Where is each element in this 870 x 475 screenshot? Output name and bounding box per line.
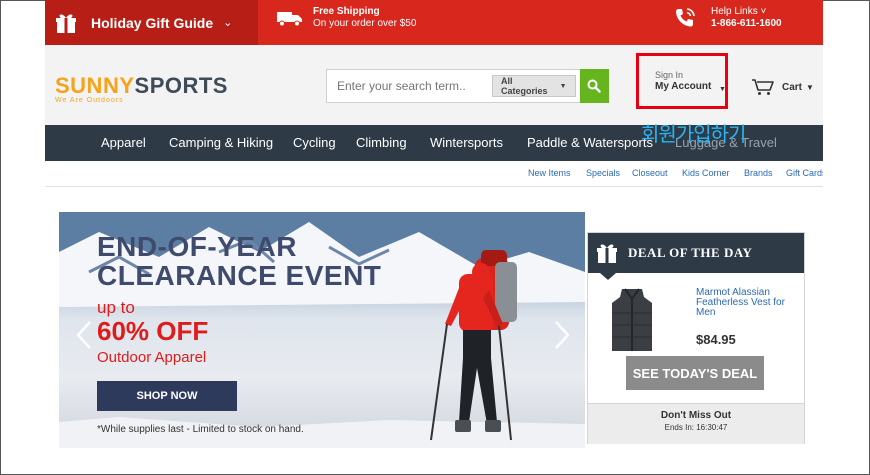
holiday-gift-guide-menu[interactable]: Holiday Gift Guide ⌄	[45, 0, 258, 45]
category-select-value: All Categories	[501, 76, 548, 96]
hero-subtitle: Outdoor Apparel	[97, 349, 207, 366]
carousel-next-arrow-icon[interactable]	[553, 320, 571, 350]
vest-product-image[interactable]	[610, 287, 654, 353]
page: Holiday Gift Guide ⌄ Free Shipping On yo…	[45, 0, 823, 475]
site-header: SUNNYSPORTS We Are Outdoors All Categori…	[45, 45, 823, 125]
sunnysports-logo[interactable]: SUNNYSPORTS We Are Outdoors	[55, 75, 228, 105]
my-account-menu[interactable]: Sign In My Account ▼	[636, 53, 728, 109]
deal-product-name[interactable]: Marmot Alassian Featherless Vest for Men	[696, 288, 800, 318]
hero-disclaimer: *While supplies last - Limited to stock …	[97, 424, 304, 435]
caret-down-icon: ▼	[719, 86, 726, 93]
logo-sunny: SUNNY	[55, 73, 135, 98]
caret-down-icon: ▼	[559, 82, 567, 90]
nav-item-apparel[interactable]: Apparel	[101, 135, 146, 151]
help-links-menu[interactable]: Help Links ˅ 1-866-611-1600	[673, 6, 782, 30]
shop-now-button[interactable]: SHOP NOW	[97, 381, 237, 411]
logo-sports: SPORTS	[134, 73, 228, 98]
gift-icon	[56, 14, 76, 33]
hero-discount: 60% OFF	[97, 316, 209, 346]
link-new-items[interactable]: New Items	[528, 168, 571, 178]
deal-header-pointer	[600, 273, 616, 280]
free-shipping-promo[interactable]: Free Shipping On your order over $50	[277, 6, 416, 30]
hero-up-to: up to	[97, 298, 135, 317]
deal-countdown-title: Don't Miss Out	[660, 410, 732, 421]
deal-countdown-timer: Ends In: 16:30:47	[664, 423, 728, 432]
cart-menu[interactable]: Cart ▼	[751, 78, 814, 96]
hiker-image	[430, 250, 517, 441]
my-account-label: My Account	[655, 81, 712, 92]
shipping-title: Free Shipping	[313, 6, 380, 17]
link-brands[interactable]: Brands	[744, 168, 773, 178]
nav-item-camping-hiking[interactable]: Camping & Hiking	[169, 135, 273, 151]
logo-tagline: We Are Outdoors	[55, 97, 124, 104]
carousel-prev-arrow-icon[interactable]	[75, 320, 93, 350]
nav-item-climbing[interactable]: Climbing	[356, 135, 407, 151]
phone-icon	[676, 8, 695, 27]
hero-title-line1: END-OF-YEAR	[97, 231, 297, 262]
search-icon	[587, 79, 601, 93]
hero-title-line2: CLEARANCE EVENT	[97, 260, 382, 291]
deal-countdown: Don't Miss Out Ends In: 16:30:47	[588, 403, 804, 444]
cart-icon	[752, 79, 774, 95]
deal-header: DEAL OF THE DAY	[588, 233, 804, 273]
help-phone-number: 1-866-611-1600	[711, 18, 782, 29]
help-links-label: Help Links ˅	[711, 6, 767, 17]
link-kids-corner[interactable]: Kids Corner	[682, 168, 730, 178]
nav-item-paddle-watersports[interactable]: Paddle & Watersports	[527, 135, 653, 151]
sign-up-annotation: 회원가입하기	[641, 122, 746, 146]
hero-banner[interactable]: END-OF-YEAR CLEARANCE EVENT up to 60% OF…	[59, 212, 585, 448]
nav-item-cycling[interactable]: Cycling	[293, 135, 336, 151]
sign-in-label: Sign In	[655, 70, 684, 80]
cart-label: Cart	[782, 81, 803, 93]
search-button[interactable]	[579, 69, 609, 103]
top-bar: Holiday Gift Guide ⌄ Free Shipping On yo…	[45, 0, 823, 45]
deal-price: $84.95	[696, 332, 736, 347]
link-gift-cards[interactable]: Gift Cards	[786, 168, 823, 178]
hero-title: END-OF-YEAR CLEARANCE EVENT	[97, 232, 381, 290]
category-select[interactable]: All Categories ▼	[492, 75, 576, 97]
gift-icon	[597, 244, 617, 263]
link-specials[interactable]: Specials	[586, 168, 620, 178]
see-todays-deal-button[interactable]: SEE TODAY'S DEAL	[626, 356, 764, 390]
shipping-subtitle: On your order over $50	[313, 18, 417, 29]
chevron-down-icon: ⌄	[223, 17, 233, 29]
deal-title: DEAL OF THE DAY	[628, 245, 753, 260]
secondary-links: New Items Specials Closeout Kids Corner …	[45, 161, 823, 187]
caret-down-icon: ▼	[806, 82, 814, 92]
search-bar: All Categories ▼	[326, 69, 609, 103]
gift-guide-label: Holiday Gift Guide	[91, 14, 214, 31]
link-closeout[interactable]: Closeout	[632, 168, 668, 178]
nav-item-wintersports[interactable]: Wintersports	[430, 135, 503, 151]
deal-of-the-day-panel: DEAL OF THE DAY Marmot Alassian Featherl…	[587, 232, 805, 444]
truck-icon	[277, 12, 302, 27]
search-input[interactable]	[327, 70, 492, 102]
